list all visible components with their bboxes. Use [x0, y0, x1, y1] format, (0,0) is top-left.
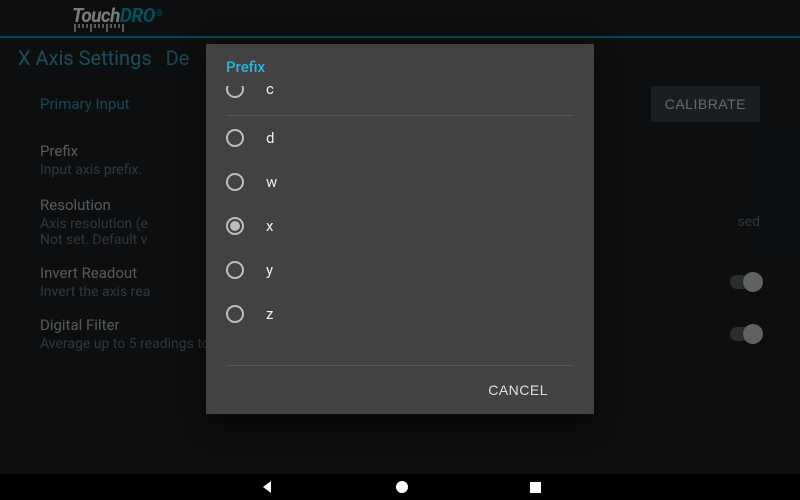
- nav-home-icon[interactable]: [395, 480, 409, 494]
- radio-icon: [226, 173, 244, 191]
- option-label: y: [266, 261, 273, 279]
- option-label: x: [266, 217, 273, 235]
- nav-back-icon[interactable]: [259, 479, 275, 495]
- radio-icon: [226, 217, 244, 235]
- dialog-title: Prefix: [206, 44, 594, 86]
- cancel-button[interactable]: CANCEL: [480, 378, 556, 402]
- prefix-option-z[interactable]: z: [226, 292, 574, 336]
- android-navbar: [0, 474, 800, 500]
- prefix-option-d[interactable]: d: [226, 116, 574, 160]
- option-label: d: [266, 129, 274, 147]
- prefix-option-c[interactable]: c: [226, 86, 574, 116]
- prefix-dialog: Prefix c d w x y z CANCEL: [206, 44, 594, 414]
- nav-recent-icon[interactable]: [529, 481, 542, 494]
- dialog-option-list: c d w x y z: [206, 86, 594, 365]
- dialog-actions: CANCEL: [226, 365, 574, 414]
- screen: TouchDRO® X Axis Settings De Primary Inp…: [0, 0, 800, 500]
- option-label: w: [266, 173, 277, 191]
- radio-icon: [226, 261, 244, 279]
- option-label: c: [266, 86, 274, 98]
- prefix-option-y[interactable]: y: [226, 248, 574, 292]
- option-label: z: [266, 305, 273, 323]
- radio-icon: [226, 129, 244, 147]
- radio-icon: [226, 86, 244, 98]
- prefix-option-w[interactable]: w: [226, 160, 574, 204]
- prefix-option-x[interactable]: x: [226, 204, 574, 248]
- radio-icon: [226, 305, 244, 323]
